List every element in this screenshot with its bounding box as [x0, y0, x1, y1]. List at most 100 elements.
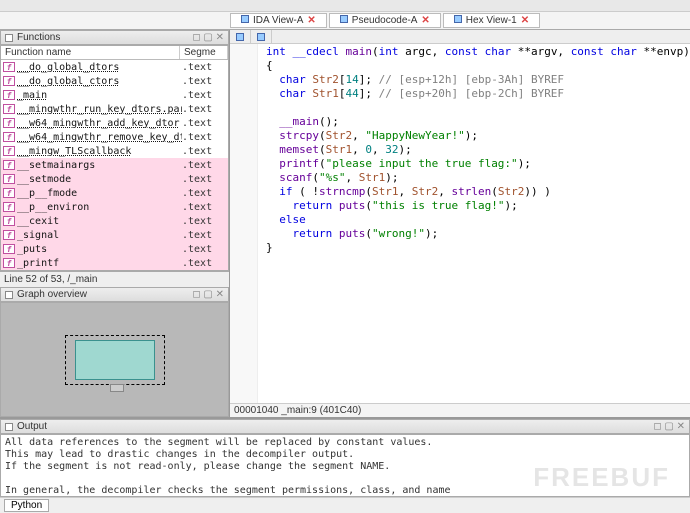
code-text: char Str2[14]; // [esp+12h] [ebp-3Ah] BY… [266, 73, 564, 86]
function-icon: f [3, 244, 15, 254]
function-icon: f [3, 160, 15, 170]
col-name[interactable]: Function name [1, 46, 180, 59]
pseudocode-view[interactable]: 1int __cdecl main(int argc, const char *… [230, 44, 690, 403]
function-row[interactable]: f__w64_mingwthr_remove_key_dtor.text [1, 130, 228, 144]
graph-canvas[interactable] [1, 303, 228, 416]
panel-controls[interactable]: ◻ ▢ ✕ [653, 421, 685, 432]
code-line[interactable]: 3 char Str2[14]; // [esp+12h] [ebp-3Ah] … [230, 72, 690, 86]
tab-icon [257, 33, 265, 41]
col-segment[interactable]: Segme [180, 46, 228, 59]
function-name: __do_global_ctors [17, 76, 182, 87]
close-icon[interactable]: ✕ [421, 15, 429, 26]
code-line[interactable]: ●12 return puts("this is true flag!"); [230, 198, 690, 212]
function-row[interactable]: f__cexit.text [1, 214, 228, 228]
function-name: __do_global_dtors [17, 62, 182, 73]
function-segment: .text [182, 132, 228, 143]
code-line[interactable]: ●10 scanf("%s", Str1); [230, 170, 690, 184]
output-panel: Output ◻ ▢ ✕ All data references to the … [0, 417, 690, 513]
close-icon[interactable]: ✕ [307, 15, 315, 26]
function-row[interactable]: f__do_global_dtors.text [1, 60, 228, 74]
function-segment: .text [182, 104, 228, 115]
global-tab[interactable]: Hex View-1✕ [443, 13, 540, 28]
function-name: _main [17, 90, 182, 101]
code-text: __main(); [266, 115, 339, 128]
function-row[interactable]: f__p__fmode.text [1, 186, 228, 200]
function-icon: f [3, 118, 15, 128]
global-tab[interactable]: Pseudocode-A✕ [329, 13, 441, 28]
function-row[interactable]: f__setmode.text [1, 172, 228, 186]
function-row[interactable]: f__mingw_TLScallback.text [1, 144, 228, 158]
function-name: _signal [17, 230, 182, 241]
code-text: return puts("wrong!"); [266, 227, 438, 240]
code-line[interactable]: 13 else [230, 212, 690, 226]
function-name: __mingwthr_run_key_dtors.part.0 [17, 104, 182, 115]
function-segment: .text [182, 146, 228, 157]
code-line[interactable]: ●8 memset(Str1, 0, 32); [230, 142, 690, 156]
graph-overview[interactable] [0, 302, 229, 417]
code-text: else [266, 213, 306, 226]
function-row[interactable]: f__w64_mingwthr_add_key_dtor.text [1, 116, 228, 130]
code-text: strcpy(Str2, "HappyNewYear!"); [266, 129, 478, 142]
graph-node[interactable] [75, 340, 155, 380]
function-row[interactable]: f_main.text [1, 88, 228, 102]
function-row[interactable]: f__p__environ.text [1, 200, 228, 214]
function-icon: f [3, 258, 15, 268]
function-row[interactable]: f__do_global_ctors.text [1, 74, 228, 88]
panel-controls[interactable]: ◻ ▢ ✕ [192, 32, 224, 43]
function-segment: .text [182, 62, 228, 73]
functions-header[interactable]: Function name Segme [1, 46, 228, 60]
function-row[interactable]: f__setmainargs.text [1, 158, 228, 172]
function-icon: f [3, 90, 15, 100]
code-text: memset(Str1, 0, 32); [266, 143, 412, 156]
panel-icon [5, 291, 13, 299]
code-text: } [266, 241, 273, 254]
function-icon: f [3, 174, 15, 184]
code-text: return puts("this is true flag!"); [266, 199, 518, 212]
close-icon[interactable]: ✕ [521, 15, 529, 26]
function-name: __p__environ [17, 202, 182, 213]
function-segment: .text [182, 244, 228, 255]
code-line[interactable]: ●6 __main(); [230, 114, 690, 128]
code-line[interactable]: 2{ [230, 58, 690, 72]
code-text: char Str1[44]; // [esp+20h] [ebp-2Ch] BY… [266, 87, 564, 100]
function-row[interactable]: f_puts.text [1, 242, 228, 256]
function-name: __setmode [17, 174, 182, 185]
graph-panel-header: Graph overview ◻ ▢ ✕ [0, 287, 229, 302]
function-segment: .text [182, 202, 228, 213]
code-line[interactable]: 5 [230, 100, 690, 114]
function-segment: .text [182, 216, 228, 227]
function-icon: f [3, 62, 15, 72]
function-segment: .text [182, 76, 228, 87]
code-line[interactable]: ●9 printf("please input the true flag:")… [230, 156, 690, 170]
subview-tab[interactable] [251, 30, 272, 43]
subview-tab[interactable] [230, 30, 251, 43]
function-segment: .text [182, 174, 228, 185]
global-tab[interactable]: IDA View-A✕ [230, 13, 327, 28]
output-tab-python[interactable]: Python [4, 499, 49, 512]
gutter [230, 44, 258, 403]
code-line[interactable]: 4 char Str1[44]; // [esp+20h] [ebp-2Ch] … [230, 86, 690, 100]
status-bar: 00001040 _main:9 (401C40) [230, 403, 690, 417]
panel-icon [5, 34, 13, 42]
function-icon: f [3, 202, 15, 212]
function-row[interactable]: f_printf.text [1, 256, 228, 270]
code-line[interactable]: ●11 if ( !strncmp(Str1, Str2, strlen(Str… [230, 184, 690, 198]
function-icon: f [3, 132, 15, 142]
code-line[interactable]: ●7 strcpy(Str2, "HappyNewYear!"); [230, 128, 690, 142]
function-name: __w64_mingwthr_remove_key_dtor [17, 132, 182, 143]
view-tabs: IDA View-A✕Pseudocode-A✕Hex View-1✕ [0, 12, 690, 30]
functions-title: Functions [17, 32, 60, 43]
code-line[interactable]: ●14 return puts("wrong!"); [230, 226, 690, 240]
subview-tabs [230, 30, 690, 44]
function-icon: f [3, 188, 15, 198]
function-row[interactable]: f__mingwthr_run_key_dtors.part.0.text [1, 102, 228, 116]
function-name: __setmainargs [17, 160, 182, 171]
code-text: if ( !strncmp(Str1, Str2, strlen(Str2)) … [266, 185, 551, 198]
code-line[interactable]: ●15} [230, 240, 690, 254]
function-row[interactable]: f_signal.text [1, 228, 228, 242]
menubar [0, 0, 690, 12]
functions-list[interactable]: f__do_global_dtors.textf__do_global_ctor… [1, 60, 228, 270]
panel-controls[interactable]: ◻ ▢ ✕ [192, 289, 224, 300]
code-text: { [266, 59, 273, 72]
code-line[interactable]: 1int __cdecl main(int argc, const char *… [230, 44, 690, 58]
